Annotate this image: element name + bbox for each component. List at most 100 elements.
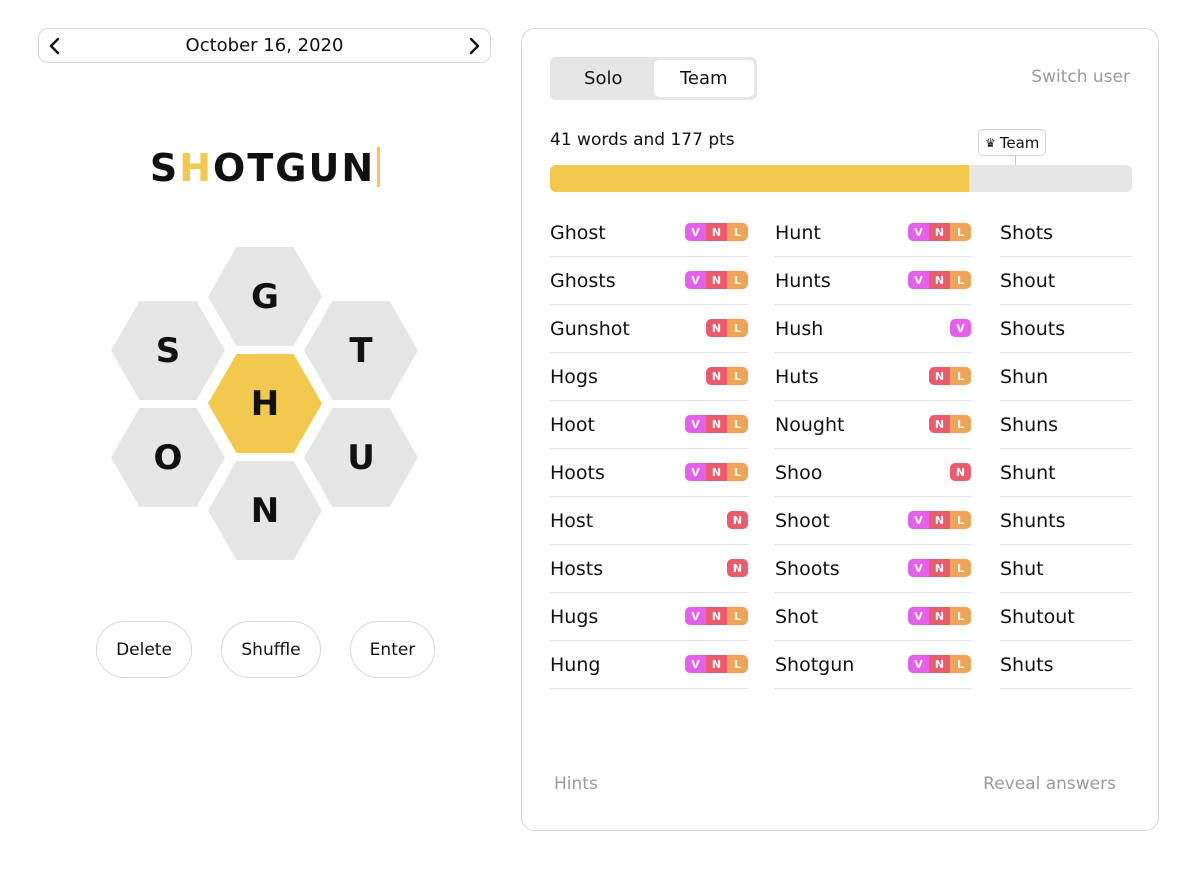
hex-bottom[interactable]: N — [208, 461, 322, 560]
player-badges: VNL — [685, 415, 748, 433]
player-badge-n: N — [929, 367, 950, 385]
found-word: Ghosts — [550, 269, 616, 292]
hex-bottom-right[interactable]: U — [304, 408, 418, 507]
found-word: Shoots — [775, 557, 840, 580]
player-badge-n: N — [929, 511, 950, 529]
switch-user-link[interactable]: Switch user — [1031, 67, 1130, 87]
shuffle-button-label: Shuffle — [241, 639, 301, 660]
player-badge-n: N — [727, 559, 748, 577]
found-word-row: Ghosts V N L — [550, 257, 748, 305]
player-badge-n: N — [706, 607, 727, 625]
found-word: Hoots — [550, 461, 605, 484]
player-badge-n: N — [929, 415, 950, 433]
player-badges: VNL — [908, 223, 971, 241]
player-badge-l: L — [727, 223, 748, 241]
player-badge-v: V — [908, 271, 929, 289]
player-badge-l: L — [727, 319, 748, 337]
found-word: Shot — [775, 605, 819, 628]
player-badge-l: L — [950, 655, 971, 673]
player-badges: VNL — [685, 655, 748, 673]
reveal-answers-link[interactable]: Reveal answers — [983, 774, 1116, 794]
hex-top-left[interactable]: S — [111, 301, 225, 400]
player-badges: N — [727, 559, 748, 577]
found-word-row: Hoots V N L — [550, 449, 748, 497]
mode-toggle: Solo Team — [550, 57, 757, 100]
found-word: Shots — [1000, 221, 1054, 244]
found-word-row: ShuntV — [1000, 449, 1132, 497]
player-badges: NL — [929, 415, 971, 433]
word-column: Ghost V N L Ghosts V N L Gunshot N L Hogs N L Hoot V N L H… — [550, 209, 748, 689]
found-word-row: ShutsV — [1000, 641, 1132, 689]
found-word: Shunts — [1000, 509, 1066, 532]
found-word-row: Hosts N — [550, 545, 748, 593]
hex-top-right[interactable]: T — [304, 301, 418, 400]
found-word-row: Host N — [550, 497, 748, 545]
found-word-row: Hunt V N L — [775, 209, 971, 257]
found-word: Shuns — [1000, 413, 1059, 436]
player-badges: VNL — [908, 655, 971, 673]
player-badge-l: L — [727, 415, 748, 433]
progress-fill — [550, 165, 970, 192]
found-word: Ghost — [550, 221, 606, 244]
hex-bottom-left[interactable]: O — [111, 408, 225, 507]
hex-center[interactable]: H — [208, 354, 322, 453]
found-word-row: Nought N L — [775, 401, 971, 449]
found-word-row: Hugs V N L — [550, 593, 748, 641]
shuffle-button[interactable]: Shuffle — [221, 621, 321, 678]
player-badge-n: N — [929, 223, 950, 241]
word-letter: G — [275, 146, 309, 190]
text-caret — [377, 147, 381, 187]
found-word: Shout — [1000, 269, 1056, 292]
found-word: Shunt — [1000, 461, 1056, 484]
delete-button[interactable]: Delete — [96, 621, 192, 678]
hints-link[interactable]: Hints — [554, 774, 598, 794]
found-word-row: Shot V N L — [775, 593, 971, 641]
player-badge-n: N — [706, 463, 727, 481]
team-marker-line — [1015, 155, 1016, 165]
found-word-row: Shots — [1000, 209, 1132, 257]
found-word-row: Shouts — [1000, 305, 1132, 353]
mode-solo-tab[interactable]: Solo — [553, 60, 654, 97]
mode-team-tab[interactable]: Team — [653, 60, 754, 97]
found-word: Shuts — [1000, 653, 1054, 676]
player-badge-l: L — [727, 655, 748, 673]
score-summary: 41 words and 177 pts — [550, 130, 735, 150]
current-word: SHOTGUN — [0, 143, 530, 193]
found-word-row: Hoot V N L — [550, 401, 748, 449]
player-badge-n: N — [706, 367, 727, 385]
hex-letter: U — [347, 437, 375, 478]
word-letter: T — [247, 146, 276, 190]
found-word: Shoot — [775, 509, 830, 532]
word-column: ShotsShoutShoutsShunShunsShuntVShuntsVSh… — [1000, 209, 1132, 689]
next-date-button[interactable] — [458, 29, 490, 62]
found-word: Huts — [775, 365, 819, 388]
player-badges: VNL — [908, 271, 971, 289]
found-word: Hush — [775, 317, 824, 340]
found-word: Hosts — [550, 557, 604, 580]
hex-letter: H — [250, 383, 280, 424]
player-badge-v: V — [685, 271, 706, 289]
player-badges: NL — [706, 367, 748, 385]
player-badges: N — [950, 463, 971, 481]
player-badge-l: L — [950, 559, 971, 577]
letter-hive: H G T U N O S — [0, 0, 530, 871]
found-word: Gunshot — [550, 317, 630, 340]
found-word-row: Shun — [1000, 353, 1132, 401]
player-badge-v: V — [685, 223, 706, 241]
player-badge-n: N — [929, 271, 950, 289]
hex-letter: T — [349, 330, 373, 371]
previous-date-button[interactable] — [39, 29, 71, 62]
hex-top[interactable]: G — [208, 247, 322, 346]
player-badge-l: L — [727, 271, 748, 289]
player-badges: VNL — [908, 511, 971, 529]
player-badge-v: V — [908, 511, 929, 529]
player-badge-v: V — [685, 415, 706, 433]
date-label: October 16, 2020 — [185, 35, 344, 56]
player-badge-l: L — [727, 367, 748, 385]
found-word-row: Hogs N L — [550, 353, 748, 401]
found-word: Hunt — [775, 221, 821, 244]
player-badge-n: N — [706, 223, 727, 241]
player-badge-n: N — [929, 607, 950, 625]
player-badge-l: L — [727, 607, 748, 625]
enter-button[interactable]: Enter — [350, 621, 435, 678]
